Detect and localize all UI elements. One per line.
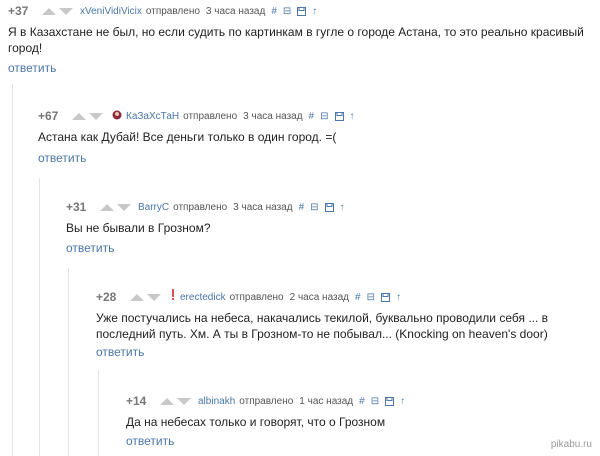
comment-time: 3 часа назад <box>205 5 266 17</box>
link-icon[interactable]: # <box>299 202 305 213</box>
comment-rating: +67 <box>38 109 59 123</box>
comment-text: Вы не бывали в Грозном? <box>66 221 211 235</box>
comment-rating: +28 <box>96 290 117 304</box>
comment-text: Я в Казахстане не был, но если судить по… <box>8 25 584 55</box>
comment: +14 albinakh отправлено 1 час назад # ⊟ … <box>126 394 600 450</box>
vote-up-icon[interactable] <box>130 293 144 301</box>
comment-author[interactable]: erectedick <box>180 292 226 303</box>
comment-time: 2 часа назад <box>289 291 350 303</box>
comment: +28 erectedick отправлено 2 часа назад #… <box>96 288 600 360</box>
vote-down-icon[interactable] <box>59 7 73 15</box>
parent-arrow-icon[interactable]: ↑ <box>350 111 355 122</box>
reply-link[interactable]: ответить <box>66 241 114 255</box>
comment-author[interactable]: КаЗаХсТаН <box>126 111 179 122</box>
comment-author[interactable]: xVeniVidiVicix <box>80 6 142 17</box>
collapse-icon[interactable]: ⊟ <box>367 292 375 303</box>
parent-arrow-icon[interactable]: ↑ <box>400 396 405 407</box>
comment: +67 КаЗаХсТаН отправлено 3 часа назад # … <box>38 109 600 165</box>
comment-header: +67 КаЗаХсТаН отправлено 3 часа назад # … <box>38 109 355 123</box>
comment-time: 3 часа назад <box>243 110 303 122</box>
comment-header: +14 albinakh отправлено 1 час назад # ⊟ … <box>126 394 405 408</box>
vote-up-icon[interactable] <box>72 112 86 120</box>
comment-rating: +37 <box>8 4 29 18</box>
comment-header: +37 xVeniVidiVicix отправлено 3 часа наз… <box>8 4 317 18</box>
watermark: pikabu.ru <box>550 439 592 450</box>
link-icon[interactable]: # <box>355 292 361 303</box>
collapse-icon[interactable]: ⊟ <box>283 6 291 17</box>
collapse-icon[interactable]: ⊟ <box>310 202 318 213</box>
comment-sent-label: отправлено <box>183 110 238 122</box>
comment-sent-label: отправлено <box>145 5 200 17</box>
comment-author[interactable]: albinakh <box>198 396 235 407</box>
parent-arrow-icon[interactable]: ↑ <box>312 6 317 17</box>
save-icon[interactable] <box>324 202 334 212</box>
comment-header: +31 BarryC отправлено 3 часа назад # ⊟ ↑ <box>66 200 345 214</box>
vote-down-icon[interactable] <box>117 203 131 211</box>
comment-time: 1 час назад <box>299 395 354 407</box>
vote-up-icon[interactable] <box>42 7 56 15</box>
link-icon[interactable]: # <box>271 6 277 17</box>
comment-rating: +14 <box>126 394 147 408</box>
comment-text: Уже постучались на небеса, накачались те… <box>96 311 549 341</box>
link-icon[interactable]: # <box>309 111 315 122</box>
comment: +37 xVeniVidiVicix отправлено 3 часа наз… <box>8 4 600 76</box>
vote-down-icon[interactable] <box>89 112 103 120</box>
thread-line-level-2 <box>39 178 40 456</box>
save-icon[interactable] <box>334 111 344 121</box>
vote-up-icon[interactable] <box>160 397 174 405</box>
comment-time: 3 часа назад <box>233 201 293 213</box>
link-icon[interactable]: # <box>359 396 365 407</box>
comment: +31 BarryC отправлено 3 часа назад # ⊟ ↑… <box>66 200 600 256</box>
comment-text: Астана как Дубай! Все деньги только в од… <box>38 130 337 144</box>
save-icon[interactable] <box>297 6 307 16</box>
reply-link[interactable]: ответить <box>96 345 144 359</box>
save-icon[interactable] <box>380 292 390 302</box>
parent-arrow-icon[interactable]: ↑ <box>340 202 345 213</box>
vote-up-icon[interactable] <box>100 203 114 211</box>
comment-author[interactable]: BarryC <box>138 202 169 213</box>
avatar[interactable] <box>112 107 122 125</box>
thread-line-level-3 <box>68 268 69 456</box>
thread-line-level-1 <box>12 84 13 456</box>
thread-line-level-4 <box>98 370 99 456</box>
parent-arrow-icon[interactable]: ↑ <box>396 292 401 303</box>
comment-rating: +31 <box>66 200 87 214</box>
reply-link[interactable]: ответить <box>8 61 56 75</box>
comment-sent-label: отправлено <box>173 201 228 213</box>
vote-down-icon[interactable] <box>147 293 161 301</box>
avatar[interactable] <box>170 288 176 306</box>
vote-down-icon[interactable] <box>177 397 191 405</box>
comment-sent-label: отправлено <box>229 291 284 303</box>
comment-sent-label: отправлено <box>239 395 294 407</box>
reply-link[interactable]: ответить <box>126 434 174 448</box>
save-icon[interactable] <box>385 396 395 406</box>
collapse-icon[interactable]: ⊟ <box>371 396 379 407</box>
collapse-icon[interactable]: ⊟ <box>320 111 328 122</box>
comment-header: +28 erectedick отправлено 2 часа назад #… <box>96 288 401 306</box>
reply-link[interactable]: ответить <box>38 151 86 165</box>
comment-text: Да на небесах только и говорят, что о Гр… <box>126 415 386 429</box>
